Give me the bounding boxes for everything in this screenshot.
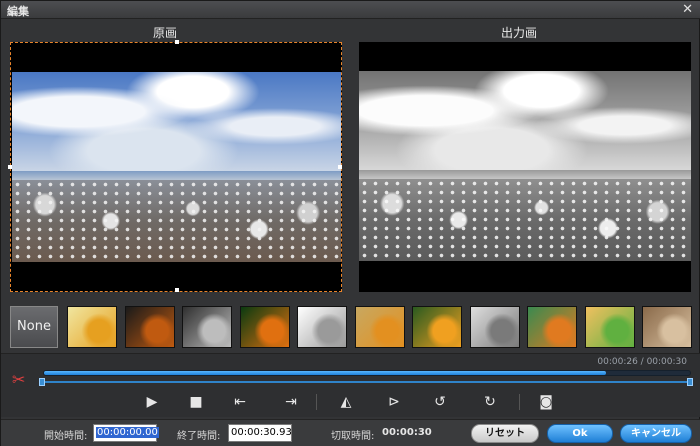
output-preview (359, 42, 691, 292)
trim-start-marker[interactable] (39, 378, 45, 386)
window-title: 編集 (7, 5, 29, 18)
rotate-right-icon[interactable]: ↻ (479, 391, 501, 413)
trim-range-line (43, 381, 691, 383)
controls-divider (519, 394, 520, 410)
time-readout: 00:00:26 / 00:00:30 (597, 357, 687, 367)
play-icon[interactable]: ▶ (141, 391, 163, 413)
original-preview[interactable] (8, 40, 342, 292)
stop-icon[interactable]: ■ (185, 391, 207, 413)
crop-handle-right[interactable] (338, 165, 342, 169)
original-video-frame (12, 72, 341, 262)
rotate-left-icon[interactable]: ↺ (429, 391, 451, 413)
fx-soft-light-thumbnail[interactable] (67, 306, 117, 348)
trim-end-marker[interactable] (687, 378, 693, 386)
fx-green-glow-thumbnail[interactable] (239, 306, 290, 348)
cancel-button[interactable]: キャンセル (620, 424, 692, 443)
reset-button[interactable]: リセット (471, 424, 539, 443)
effect-none-button[interactable]: None (10, 306, 58, 348)
flip-vertical-icon[interactable]: ⊳ (383, 391, 405, 413)
progress-track[interactable] (43, 370, 691, 376)
original-preview-label: 原画 (153, 26, 178, 40)
effects-strip: None (10, 306, 694, 348)
progress-fill (44, 371, 607, 375)
output-preview-label: 出力画 (501, 26, 538, 40)
output-video-frame (359, 71, 691, 261)
cut-time-value: 00:00:30 (382, 427, 432, 438)
fx-sepia-thumbnail[interactable] (642, 306, 692, 348)
crop-handle-left[interactable] (8, 165, 12, 169)
cut-time-label: 切取時間: (331, 431, 375, 442)
set-start-icon[interactable]: ⇤ (229, 391, 251, 413)
fx-emboss-thumbnail[interactable] (469, 306, 520, 348)
bottom-bar: 開始時間: 00:00:00.00 終了時間: 00:00:30.93 切取時間… (1, 419, 700, 446)
fx-sharpen-thumbnail[interactable] (412, 306, 462, 348)
fx-sketch-thumbnail[interactable] (297, 306, 347, 348)
snapshot-icon[interactable]: ◙ (535, 391, 557, 413)
flip-horizontal-icon[interactable]: ◭ (335, 391, 357, 413)
fx-blur-thumbnail[interactable] (354, 306, 405, 348)
end-time-label: 終了時間: (177, 431, 221, 442)
playback-controls: ▶ ■ ⇤ ⇥ ◭ ⊳ ↺ ↻ ◙ (1, 391, 700, 413)
set-end-icon[interactable]: ⇥ (280, 391, 302, 413)
scissors-icon[interactable]: ✂ (12, 371, 32, 389)
close-icon[interactable]: ✕ (682, 2, 693, 17)
edit-window: 編集 ✕ 原画 出力画 None 00:00:26 / 00:00:30 ✂ ▶… (0, 0, 700, 446)
start-time-label: 開始時間: (44, 431, 88, 442)
title-bar: 編集 ✕ (1, 1, 700, 19)
start-time-field[interactable]: 00:00:00.00 (93, 424, 159, 442)
ok-button[interactable]: Ok (547, 424, 613, 443)
fx-noise-thumbnail[interactable] (527, 306, 577, 348)
end-time-field[interactable]: 00:00:30.93 (228, 424, 292, 442)
crop-handle-bottom[interactable] (175, 288, 179, 292)
crop-handle-top[interactable] (175, 40, 179, 44)
fx-mosaic-thumbnail[interactable] (584, 306, 635, 348)
controls-divider (316, 394, 317, 410)
fx-grayscale-thumbnail[interactable] (182, 306, 232, 348)
start-time-value: 00:00:00.00 (96, 427, 159, 438)
fx-dark-contrast-thumbnail[interactable] (124, 306, 175, 348)
